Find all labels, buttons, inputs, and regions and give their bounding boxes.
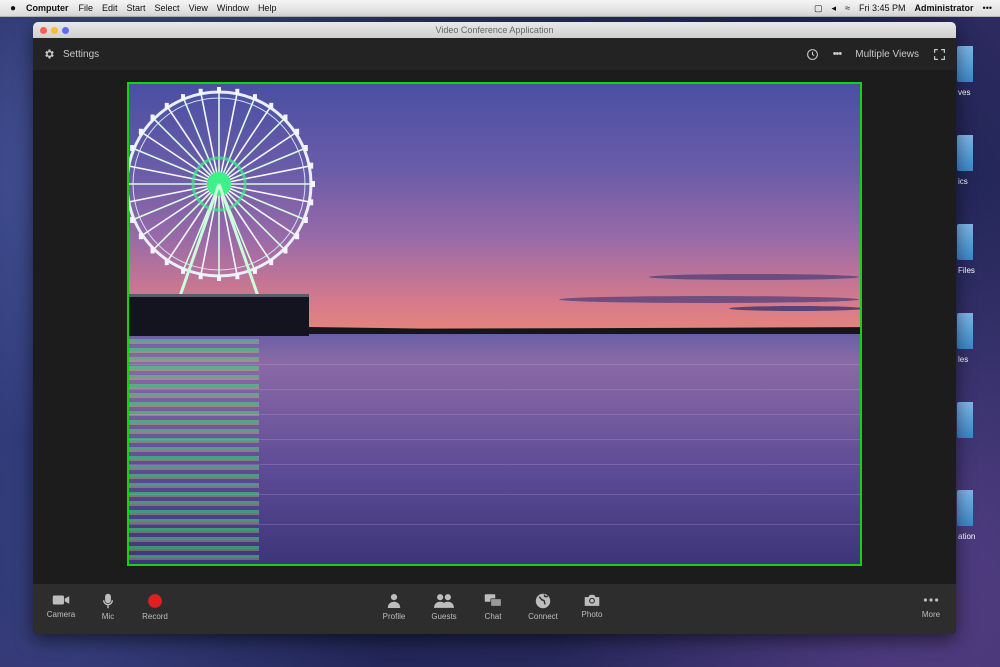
- desktop-folder-icon[interactable]: [957, 135, 973, 171]
- guests-button[interactable]: Guests: [424, 593, 464, 621]
- minimize-window-button[interactable]: [51, 26, 58, 34]
- mic-icon: [102, 593, 114, 609]
- close-window-button[interactable]: [40, 26, 47, 34]
- video-cloud: [649, 274, 859, 280]
- menu-clock[interactable]: Fri 3:45 PM: [859, 3, 906, 13]
- menu-help[interactable]: Help: [258, 3, 277, 13]
- more-button[interactable]: More: [911, 593, 951, 619]
- menu-select[interactable]: Select: [155, 3, 180, 13]
- ferris-wheel-image: [129, 87, 315, 336]
- menu-view[interactable]: View: [189, 3, 208, 13]
- window-controls: [40, 26, 69, 34]
- guests-label: Guests: [431, 612, 457, 621]
- profile-label: Profile: [382, 612, 406, 621]
- chat-button[interactable]: Chat: [473, 593, 513, 621]
- desktop-folder-label: ves: [958, 88, 971, 97]
- desktop-folder-label: les: [958, 355, 969, 364]
- desktop-folder-icon[interactable]: [957, 402, 973, 438]
- camera-button[interactable]: Camera: [41, 593, 81, 619]
- photo-label: Photo: [581, 610, 603, 619]
- profile-icon: [387, 594, 401, 608]
- menu-edit[interactable]: Edit: [102, 3, 118, 13]
- more-options-icon[interactable]: •••: [833, 48, 843, 60]
- settings-label: Settings: [63, 48, 100, 60]
- menu-file[interactable]: File: [79, 3, 94, 13]
- fullscreen-icon[interactable]: [933, 48, 946, 61]
- globe-icon: [535, 593, 551, 609]
- record-icon: [147, 593, 163, 609]
- desktop-folder-icon[interactable]: [957, 313, 973, 349]
- video-stage: [33, 70, 956, 584]
- wifi-icon[interactable]: ≈: [845, 3, 850, 13]
- guests-icon: [434, 594, 454, 608]
- wheel-reflection: [129, 339, 259, 564]
- more-icon: [923, 598, 939, 602]
- camera-icon: [52, 595, 70, 605]
- multiple-views-button[interactable]: Multiple Views: [855, 49, 919, 60]
- app-window: Video Conference Application Settings ••…: [33, 22, 956, 634]
- system-logo-icon[interactable]: ●: [0, 3, 26, 14]
- desktop-folder-label: ation: [958, 532, 976, 541]
- volume-icon[interactable]: ◂: [832, 3, 837, 14]
- video-cloud: [729, 306, 860, 311]
- menu-start[interactable]: Start: [127, 3, 146, 13]
- gear-icon: [45, 49, 54, 59]
- desktop-folder-label: ics: [958, 177, 968, 186]
- screen-mirror-icon[interactable]: ▢: [814, 3, 823, 14]
- mic-button[interactable]: Mic: [88, 593, 128, 621]
- desktop-folder-label: Files: [958, 266, 975, 275]
- record-label: Record: [142, 612, 168, 621]
- chat-label: Chat: [484, 612, 502, 621]
- menu-user[interactable]: Administrator: [915, 3, 974, 13]
- clock-icon[interactable]: [806, 48, 819, 61]
- video-feed[interactable]: [127, 82, 862, 566]
- photo-button[interactable]: Photo: [572, 593, 612, 619]
- chat-icon: [484, 594, 502, 607]
- desktop-folder-icon[interactable]: [957, 490, 973, 526]
- profile-button[interactable]: Profile: [374, 593, 414, 621]
- menu-bar: ● Computer File Edit Start Select View W…: [0, 0, 1000, 17]
- control-bar: Camera Mic Record Profile Guests Chat Co…: [33, 584, 956, 634]
- desktop-folder-icon[interactable]: [957, 46, 973, 82]
- menu-more-icon[interactable]: •••: [983, 3, 992, 13]
- top-toolbar: Settings ••• Multiple Views: [33, 38, 956, 70]
- menu-app-name[interactable]: Computer: [26, 3, 69, 13]
- settings-button[interactable]: Settings: [43, 48, 99, 60]
- more-label: More: [921, 610, 941, 619]
- connect-label: Connect: [528, 612, 558, 621]
- menu-window[interactable]: Window: [217, 3, 249, 13]
- mic-label: Mic: [101, 612, 115, 621]
- zoom-window-button[interactable]: [62, 26, 69, 34]
- window-title: Video Conference Application: [435, 25, 554, 35]
- camera-label: Camera: [46, 610, 76, 619]
- title-bar[interactable]: Video Conference Application: [33, 22, 956, 38]
- connect-button[interactable]: Connect: [523, 593, 563, 621]
- video-cloud: [559, 296, 859, 303]
- photo-camera-icon: [584, 594, 600, 606]
- record-button[interactable]: Record: [135, 593, 175, 621]
- desktop-folder-icon[interactable]: [957, 224, 973, 260]
